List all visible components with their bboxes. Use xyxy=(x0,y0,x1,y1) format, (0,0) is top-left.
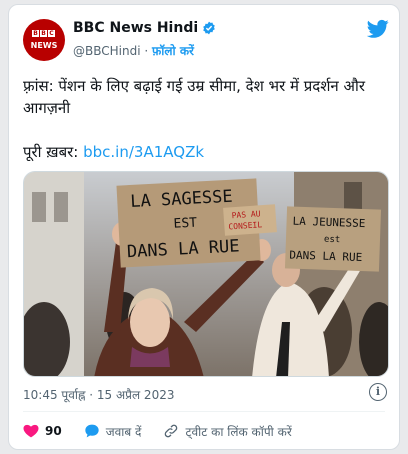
bbc-logo: B B C xyxy=(32,30,55,37)
tweet-card[interactable]: B B C NEWS BBC News Hindi @BBCHindi · फ़… xyxy=(8,4,400,450)
twitter-bird-icon[interactable] xyxy=(367,19,389,39)
author-handle-row: @BBCHindi · फ़ॉलो करें xyxy=(73,42,194,59)
full-story-row: पूरी ख़बर: bbc.in/3A1AQZk xyxy=(23,141,393,163)
reply-bubble-icon xyxy=(85,424,99,438)
author-name[interactable]: BBC News Hindi xyxy=(73,20,198,36)
tweet-headline: फ़्रांस: पेंशन के लिए बढ़ाई गई उम्र सीमा… xyxy=(23,77,366,117)
separator-dot: · xyxy=(144,44,149,58)
sign-right-line1: LA JEUNESSE xyxy=(292,215,365,231)
author-avatar[interactable]: B B C NEWS xyxy=(23,19,65,61)
reply-label: जवाब दें xyxy=(105,424,142,439)
link-icon xyxy=(165,424,178,438)
story-link[interactable]: bbc.in/3A1AQZk xyxy=(83,143,204,161)
follow-button[interactable]: फ़ॉलो करें xyxy=(152,44,194,58)
logo-letter-b1: B xyxy=(32,30,39,37)
sign-right-line2: est xyxy=(324,235,341,246)
logo-letter-c: C xyxy=(48,30,55,37)
copy-link-label: ट्वीट का लिंक कॉपी करें xyxy=(185,424,292,439)
author-handle[interactable]: @BBCHindi xyxy=(73,44,141,58)
protest-photo-illustration: LA SAGESSE EST DANS LA RUE PAS AU CONSEI… xyxy=(24,172,388,376)
verified-badge-icon xyxy=(203,21,215,35)
logo-news-word: NEWS xyxy=(30,41,58,50)
divider xyxy=(23,411,385,412)
full-story-label: पूरी ख़बर: xyxy=(23,143,79,161)
logo-letter-b2: B xyxy=(40,30,47,37)
sign-left-line2: EST xyxy=(173,216,197,232)
tweet-timestamp[interactable]: 10:45 पूर्वाह्न · 15 अप्रैल 2023 xyxy=(23,386,174,403)
tweet-text: फ़्रांस: पेंशन के लिए बढ़ाई गई उम्र सीमा… xyxy=(23,75,393,163)
heart-icon xyxy=(23,424,39,438)
like-button[interactable]: 90 xyxy=(23,423,62,439)
author-name-row[interactable]: BBC News Hindi xyxy=(73,20,216,36)
tweet-photo[interactable]: LA SAGESSE EST DANS LA RUE PAS AU CONSEI… xyxy=(23,171,389,377)
sign-right-line3: DANS LA RUE xyxy=(289,248,362,264)
info-icon[interactable]: i xyxy=(369,383,387,401)
action-bar: 90 जवाब दें ट्वीट का लिंक कॉपी करें xyxy=(23,421,385,441)
reply-button[interactable]: जवाब दें xyxy=(84,423,142,440)
copy-link-button[interactable]: ट्वीट का लिंक कॉपी करें xyxy=(163,423,292,440)
like-count: 90 xyxy=(45,424,62,438)
